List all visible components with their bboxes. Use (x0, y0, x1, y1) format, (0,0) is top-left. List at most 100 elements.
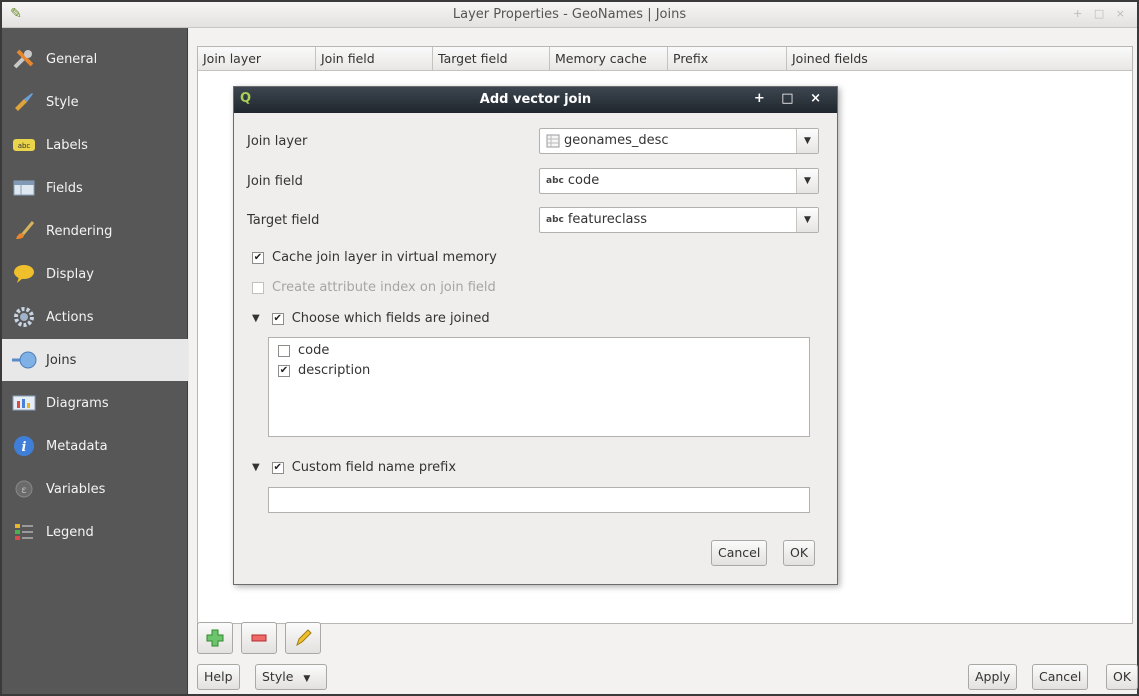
column-header-join-layer[interactable]: Join layer (198, 47, 316, 71)
checkbox-checked-icon: ✔ (252, 251, 264, 264)
dialog-button-bar: Help Style ▼ Apply Cancel OK (197, 664, 1139, 692)
field-name: description (298, 363, 371, 378)
column-header-prefix[interactable]: Prefix (668, 47, 787, 71)
sidebar-item-diagrams[interactable]: Diagrams (2, 382, 188, 424)
collapse-triangle-icon[interactable]: ▼ (252, 313, 260, 324)
column-header-memory-cache[interactable]: Memory cache (550, 47, 668, 71)
join-layer-label: Join layer (247, 134, 308, 149)
sidebar-item-label: Joins (46, 352, 77, 368)
custom-prefix-input[interactable] (268, 487, 810, 513)
checkbox-checked-icon: ✔ (271, 312, 284, 325)
list-item[interactable]: code (278, 343, 329, 358)
abc-label-icon: abc (10, 132, 38, 158)
speech-bubble-icon (10, 261, 38, 287)
layer-properties-window: ✎ Layer Properties - GeoNames | Joins + … (0, 0, 1139, 696)
help-button[interactable]: Help (197, 664, 240, 690)
join-icon (10, 347, 38, 373)
edit-join-button[interactable] (285, 622, 321, 654)
join-layer-value-wrap: geonames_desc (546, 133, 669, 148)
sidebar-item-legend[interactable]: Legend (2, 511, 188, 553)
sidebar-item-label: Display (46, 266, 94, 282)
chevron-down-icon: ▼ (303, 674, 311, 684)
sidebar-item-rendering[interactable]: Rendering (2, 210, 188, 252)
sidebar-item-label: Diagrams (46, 395, 109, 411)
sidebar-item-style[interactable]: Style (2, 81, 188, 123)
join-field-label: Join field (247, 174, 303, 189)
create-index-checkbox[interactable]: Create attribute index on join field (252, 280, 496, 295)
sidebar-item-label: Rendering (46, 223, 113, 239)
style-button-label: Style (262, 669, 294, 684)
svg-text:i: i (22, 440, 27, 455)
sidebar-item-actions[interactable]: Actions (2, 296, 188, 338)
cache-join-layer-label: Cache join layer in virtual memory (272, 250, 497, 265)
sidebar-item-label: Actions (46, 309, 94, 325)
bar-chart-icon (10, 390, 38, 416)
window-title: Layer Properties - GeoNames | Joins (452, 7, 687, 22)
checkbox-checked-icon: ✔ (278, 364, 290, 377)
table-fields-icon (10, 175, 38, 201)
sidebar-item-label: Labels (46, 137, 88, 153)
cache-join-layer-checkbox[interactable]: ✔ Cache join layer in virtual memory (252, 250, 497, 265)
window-titlebar[interactable]: ✎ Layer Properties - GeoNames | Joins + … (2, 2, 1137, 28)
choose-fields-group-toggle[interactable]: ▼ ✔ Choose which fields are joined (252, 311, 490, 326)
info-icon: i (10, 433, 38, 459)
sidebar: General Style abc Labels Fields Renderin… (2, 28, 188, 694)
sidebar-item-label: Variables (46, 481, 106, 497)
sidebar-item-label: Metadata (46, 438, 108, 454)
sidebar-item-display[interactable]: Display (2, 253, 188, 295)
dialog-cancel-button[interactable]: Cancel (711, 540, 768, 566)
joins-table-header: Join layer Join field Target field Memor… (198, 47, 1132, 71)
sidebar-item-label: Fields (46, 180, 83, 196)
sidebar-item-metadata[interactable]: i Metadata (2, 425, 188, 467)
sidebar-item-label: General (46, 51, 98, 67)
join-layer-combo[interactable]: geonames_desc ▼ (539, 128, 819, 154)
dialog-title: Add vector join (479, 92, 592, 107)
sidebar-item-label: Style (46, 94, 79, 110)
join-buttons-bar (197, 622, 321, 662)
checkbox-unchecked-icon (252, 281, 264, 294)
window-controls[interactable]: + □ × (1073, 7, 1129, 20)
custom-prefix-group-toggle[interactable]: ▼ ✔ Custom field name prefix (252, 460, 456, 475)
sidebar-item-general[interactable]: General (2, 38, 188, 80)
variables-icon: ε (10, 476, 38, 502)
sidebar-item-joins[interactable]: Joins (2, 339, 188, 381)
choose-fields-label: Choose which fields are joined (291, 311, 490, 326)
legend-icon (10, 519, 38, 545)
sidebar-item-fields[interactable]: Fields (2, 167, 188, 209)
column-header-join-field[interactable]: Join field (316, 47, 433, 71)
sidebar-item-variables[interactable]: ε Variables (2, 468, 188, 510)
add-join-button[interactable] (197, 622, 233, 654)
target-field-label: Target field (247, 213, 320, 228)
svg-text:abc: abc (18, 142, 31, 150)
create-index-label: Create attribute index on join field (272, 280, 496, 295)
field-name: code (298, 343, 330, 358)
paint-brush-icon (10, 89, 38, 115)
column-header-joined-fields[interactable]: Joined fields (787, 47, 1132, 71)
target-field-combo[interactable]: abc featureclass ▼ (539, 207, 819, 233)
join-field-combo[interactable]: abc code ▼ (539, 168, 819, 194)
sidebar-item-labels[interactable]: abc Labels (2, 124, 188, 166)
string-field-icon: abc (546, 175, 564, 186)
chevron-down-icon: ▼ (796, 208, 818, 232)
apply-button[interactable]: Apply (968, 664, 1018, 690)
joined-fields-list[interactable]: code ✔ description (268, 337, 810, 437)
list-item[interactable]: ✔ description (278, 363, 370, 378)
minus-icon (251, 634, 267, 642)
ok-button[interactable]: OK (1106, 664, 1139, 690)
dialog-titlebar[interactable]: Q Add vector join + □ × (234, 87, 837, 113)
string-field-icon: abc (546, 214, 564, 225)
remove-join-button[interactable] (241, 622, 277, 654)
target-field-value-wrap: abc featureclass (546, 212, 647, 227)
brush-icon (10, 218, 38, 244)
column-header-target-field[interactable]: Target field (433, 47, 550, 71)
checkbox-unchecked-icon (278, 344, 290, 357)
style-dropdown-button[interactable]: Style ▼ (255, 664, 327, 690)
join-layer-value: geonames_desc (564, 133, 669, 148)
cancel-button[interactable]: Cancel (1032, 664, 1089, 690)
chevron-down-icon: ▼ (796, 169, 818, 193)
collapse-triangle-icon[interactable]: ▼ (252, 462, 260, 473)
dialog-window-controls[interactable]: + □ × (754, 91, 827, 106)
dialog-ok-button[interactable]: OK (783, 540, 816, 566)
wrench-screwdriver-icon (10, 46, 38, 72)
custom-prefix-label: Custom field name prefix (291, 460, 457, 475)
